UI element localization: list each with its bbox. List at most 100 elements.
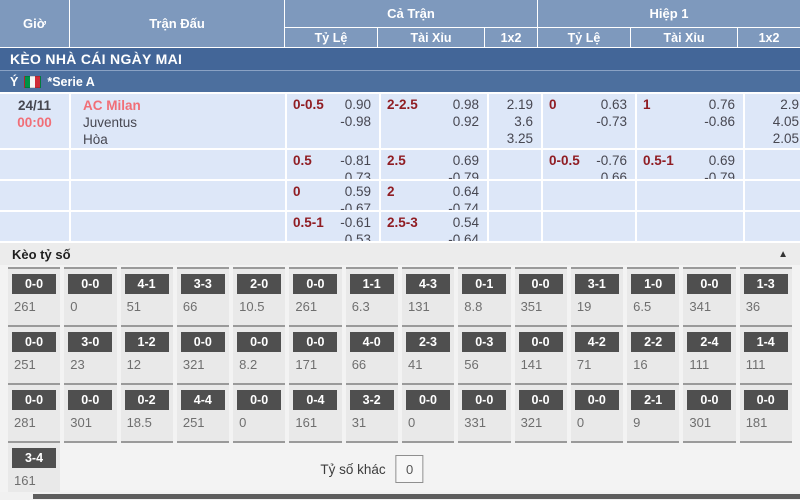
score-odds-cell[interactable]: 0-00	[571, 383, 623, 441]
score-odds-cell[interactable]: 0-0301	[64, 383, 116, 441]
score-odds-cell[interactable]: 0-0281	[8, 383, 60, 441]
half-1x2-cell[interactable]: 2.94.052.05	[745, 94, 800, 148]
score-odds-cell[interactable]: 0-0341	[683, 267, 735, 325]
score-odds-cell[interactable]: 0-0141	[515, 325, 567, 383]
score-odds-cell[interactable]: 0-00	[402, 383, 454, 441]
score-odds-value: 36	[744, 299, 788, 314]
score-box: 2-4	[687, 332, 731, 352]
score-odds-cell[interactable]: 0-4161	[289, 383, 341, 441]
score-odds-cell[interactable]: 0-0261	[289, 267, 341, 325]
full-overunder-cell[interactable]: 2.5-30.54-0.64	[381, 212, 487, 241]
score-odds-value: 111	[744, 357, 788, 372]
score-box: 4-0	[350, 332, 394, 352]
score-odds-cell[interactable]: 0-0331	[458, 383, 510, 441]
score-box: 2-3	[406, 332, 450, 352]
league-bar[interactable]: Ý *Serie A	[0, 70, 800, 92]
handicap-value: 1	[643, 96, 651, 113]
score-odds-cell[interactable]: 2-4111	[683, 325, 735, 383]
score-odds-cell[interactable]: 1-4111	[740, 325, 792, 383]
score-box: 0-0	[12, 332, 56, 352]
half-overunder-cell[interactable]: 0.5-10.69-0.79	[637, 150, 743, 179]
odds-value: 0.66	[601, 169, 627, 179]
score-odds-cell[interactable]: 0-0171	[289, 325, 341, 383]
score-odds-value: 171	[293, 357, 337, 372]
score-odds-cell[interactable]: 4-151	[121, 267, 173, 325]
full-handicap-cell[interactable]: 00.59-0.67	[287, 181, 379, 210]
correct-score-header: Kèo tỷ số ▲	[0, 243, 800, 265]
score-box: 3-2	[350, 390, 394, 410]
score-odds-cell[interactable]: 4-4251	[177, 383, 229, 441]
horizontal-scrollbar-thumb[interactable]	[33, 494, 800, 499]
score-box: 1-3	[744, 274, 788, 294]
score-odds-cell[interactable]: 2-216	[627, 325, 679, 383]
score-odds-value: 281	[12, 415, 56, 430]
score-odds-cell[interactable]: 0-0351	[515, 267, 567, 325]
correct-score-title: Kèo tỷ số	[12, 247, 71, 262]
score-odds-cell[interactable]: 0-00	[64, 267, 116, 325]
score-column-end-line	[740, 441, 792, 499]
score-odds-cell[interactable]: 2-010.5	[233, 267, 285, 325]
full-handicap-cell[interactable]: 0-0.50.90-0.98	[287, 94, 379, 148]
odds-value: 0.54	[453, 214, 479, 231]
collapse-arrow-icon[interactable]: ▲	[778, 249, 788, 260]
odds-values: 0.69-0.79	[448, 152, 479, 179]
score-odds-cell[interactable]: 2-19	[627, 383, 679, 441]
score-odds-cell[interactable]: 1-06.5	[627, 267, 679, 325]
full-handicap-cell[interactable]: 0.5-1-0.610.53	[287, 212, 379, 241]
score-box: 1-1	[350, 274, 394, 294]
score-odds-cell[interactable]: 3-231	[346, 383, 398, 441]
score-odds-cell[interactable]: 1-16.3	[346, 267, 398, 325]
full-overunder-cell[interactable]: 2.50.69-0.79	[381, 150, 487, 179]
column-header-half-handicap: Tỷ Lệ	[538, 28, 630, 47]
score-odds-value: 301	[687, 415, 731, 430]
odds-value: 0.64	[453, 183, 479, 200]
score-odds-cell[interactable]: 0-0251	[8, 325, 60, 383]
score-odds-cell[interactable]: 4-271	[571, 325, 623, 383]
score-box: 0-0	[237, 332, 281, 352]
half-handicap-cell[interactable]: 0-0.5-0.760.66	[543, 150, 635, 179]
score-odds-value: 8.8	[462, 299, 506, 314]
score-odds-cell[interactable]: 0-08.2	[233, 325, 285, 383]
full-1x2-cell	[489, 212, 541, 241]
odds-value: -0.64	[448, 231, 479, 241]
score-odds-cell[interactable]: 3-119	[571, 267, 623, 325]
score-odds-cell[interactable]: 3-366	[177, 267, 229, 325]
score-odds-cell[interactable]: 4-066	[346, 325, 398, 383]
score-odds-cell[interactable]: 0-0181	[740, 383, 792, 441]
score-box: 0-0	[406, 390, 450, 410]
half-handicap-cell[interactable]: 00.63-0.73	[543, 94, 635, 148]
score-box: 0-0	[519, 332, 563, 352]
full-overunder-cell[interactable]: 20.64-0.74	[381, 181, 487, 210]
score-odds-cell[interactable]: 0-18.8	[458, 267, 510, 325]
full-1x2-cell[interactable]: 2.193.63.25	[489, 94, 541, 148]
1x2-value: 3.6	[514, 113, 533, 130]
score-odds-cell[interactable]: 2-341	[402, 325, 454, 383]
score-odds-cell[interactable]: 0-00	[233, 383, 285, 441]
score-odds-cell[interactable]: 0-0261	[8, 267, 60, 325]
score-odds-value: 261	[293, 299, 337, 314]
score-odds-cell[interactable]: 0-0301	[683, 383, 735, 441]
score-odds-cell[interactable]: 1-212	[121, 325, 173, 383]
score-odds-cell[interactable]: 3-023	[64, 325, 116, 383]
match-date: 24/11	[18, 97, 51, 114]
odds-value: 0.90	[345, 96, 371, 113]
score-odds-cell[interactable]: 3-4161	[8, 441, 60, 499]
odds-values: 0.63-0.73	[596, 96, 627, 130]
half-overunder-cell[interactable]: 10.76-0.86	[637, 94, 743, 148]
score-odds-cell[interactable]: 4-3131	[402, 267, 454, 325]
score-box: 4-1	[125, 274, 169, 294]
column-header-full-1x2: 1x2	[485, 28, 537, 47]
score-box: 0-0	[687, 390, 731, 410]
score-odds-cell[interactable]: 1-336	[740, 267, 792, 325]
score-odds-cell[interactable]: 0-218.5	[121, 383, 173, 441]
odds-values: -0.810.73	[340, 152, 371, 179]
full-overunder-cell[interactable]: 2-2.50.980.92	[381, 94, 487, 148]
score-odds-cell[interactable]: 0-356	[458, 325, 510, 383]
score-odds-cell[interactable]: 0-0321	[177, 325, 229, 383]
full-1x2-cell	[489, 181, 541, 210]
score-box: 0-0	[68, 274, 112, 294]
other-score-box[interactable]: 0	[396, 455, 424, 483]
full-handicap-cell[interactable]: 0.5-0.810.73	[287, 150, 379, 179]
match-cell[interactable]: AC MilanJuventusHòa	[71, 94, 285, 148]
score-odds-cell[interactable]: 0-0321	[515, 383, 567, 441]
